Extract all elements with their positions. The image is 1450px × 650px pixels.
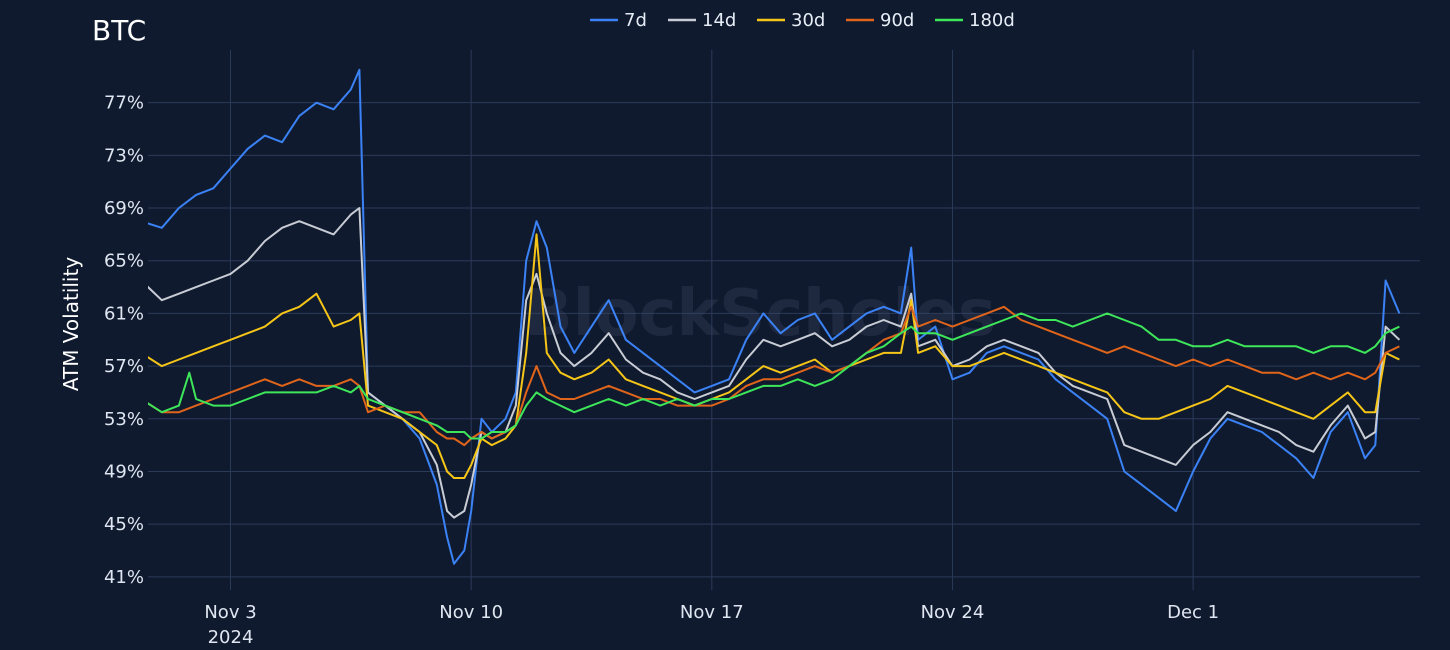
y-tick-label: 69% <box>104 198 144 219</box>
y-tick-label: 45% <box>104 514 144 535</box>
chart: BlockScholes 41% 45% 49% 53% 57% 61% 65% 69% 73%… <box>0 0 1450 650</box>
legend-label: 14d <box>702 10 736 31</box>
y-axis-label: ATM Volatility <box>59 257 83 391</box>
legend-label: 180d <box>969 10 1015 31</box>
legend-label: 90d <box>880 10 914 31</box>
y-tick-label: 65% <box>104 251 144 272</box>
y-tick-label: 77% <box>104 93 144 114</box>
watermark: BlockScholes <box>524 277 996 351</box>
x-tick-label: Dec 1 <box>1167 602 1219 623</box>
y-tick-label: 73% <box>104 145 144 166</box>
y-tick-label: 53% <box>104 409 144 430</box>
y-tick-label: 61% <box>104 303 144 324</box>
x-tick-label: Nov 17 <box>680 602 744 623</box>
y-tick-label: 49% <box>104 461 144 482</box>
legend-label: 7d <box>624 10 647 31</box>
chart-title: BTC <box>92 14 146 47</box>
legend-label: 30d <box>791 10 825 31</box>
y-tick-label: 41% <box>104 567 144 588</box>
y-tick-label: 57% <box>104 356 144 377</box>
x-tick-label: Nov 10 <box>439 602 503 623</box>
x-tick-label: Nov 24 <box>921 602 985 623</box>
x-tick-sublabel: 2024 <box>208 627 254 648</box>
x-tick-label: Nov 3 <box>204 602 256 623</box>
